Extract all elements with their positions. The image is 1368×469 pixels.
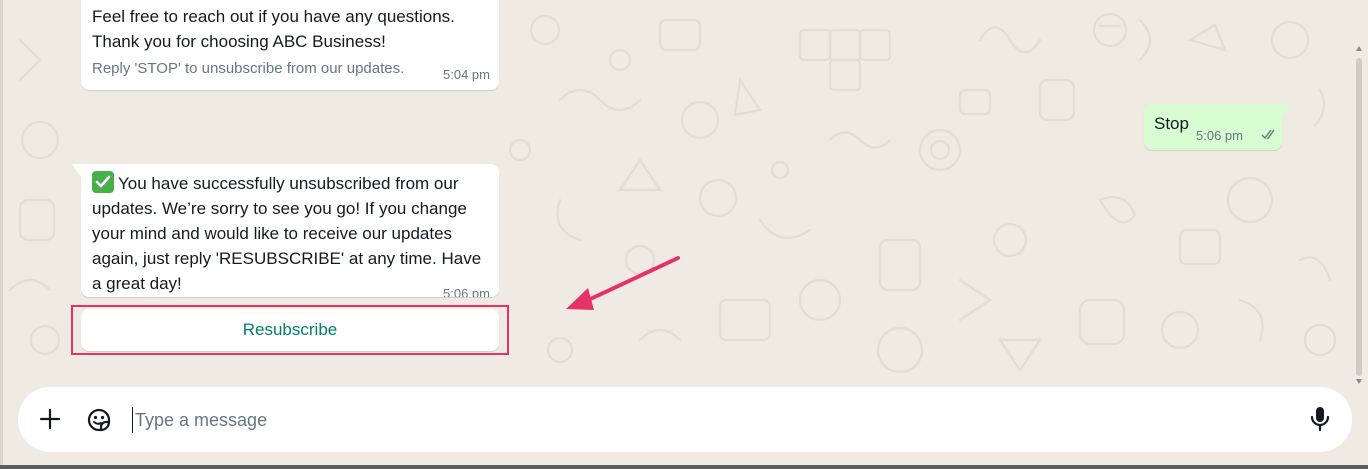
chat-window: Feel free to reach out if you have any q… xyxy=(0,0,1368,469)
microphone-icon[interactable] xyxy=(1310,406,1330,432)
scrollbar-down-arrow-icon[interactable] xyxy=(1356,379,1362,384)
sticker-icon[interactable] xyxy=(85,406,113,434)
message-input[interactable] xyxy=(132,407,1285,433)
window-bottom-border xyxy=(0,465,1368,469)
scrollbar-up-arrow-icon[interactable] xyxy=(1356,46,1362,51)
chat-scrollbar[interactable] xyxy=(1356,58,1362,376)
plus-icon[interactable] xyxy=(38,407,62,431)
message-composer xyxy=(18,387,1352,452)
